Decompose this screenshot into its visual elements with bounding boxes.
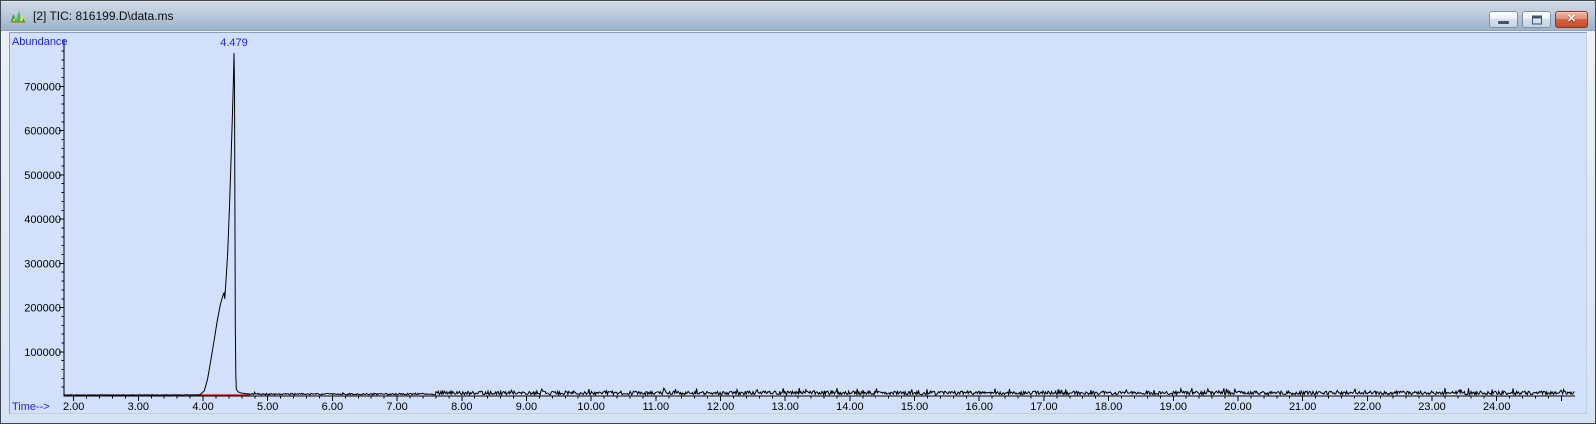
svg-text:16.00: 16.00 <box>966 401 993 413</box>
close-button[interactable]: ✕ <box>1555 11 1588 28</box>
svg-text:2.00: 2.00 <box>63 401 84 413</box>
svg-text:22.00: 22.00 <box>1354 401 1381 413</box>
svg-text:7.00: 7.00 <box>386 401 407 413</box>
svg-text:13.00: 13.00 <box>771 401 798 413</box>
svg-text:300000: 300000 <box>24 258 61 270</box>
svg-text:17.00: 17.00 <box>1030 401 1057 413</box>
svg-text:14.00: 14.00 <box>836 401 863 413</box>
svg-text:600000: 600000 <box>24 126 61 138</box>
chromatogram-plot-area[interactable]: 2.00 3.00 4.00 5.00 6.00 7.00 8.00 9.00 10.00 11.… <box>9 32 1587 414</box>
svg-text:8.00: 8.00 <box>451 401 472 413</box>
window-controls: ✕ <box>1489 11 1588 28</box>
svg-text:9.00: 9.00 <box>516 401 537 413</box>
svg-text:15.00: 15.00 <box>901 401 928 413</box>
svg-text:100000: 100000 <box>24 347 61 359</box>
chemstation-tic-window: [2] TIC: 816199.D\data.ms ✕ 2.00 3.00 4.00… <box>0 0 1596 424</box>
maximize-button[interactable] <box>1522 11 1551 28</box>
svg-text:19.00: 19.00 <box>1160 401 1187 413</box>
svg-text:200000: 200000 <box>24 303 61 315</box>
svg-text:Abundance: Abundance <box>12 36 68 48</box>
close-icon: ✕ <box>1556 12 1587 27</box>
svg-text:20.00: 20.00 <box>1224 401 1251 413</box>
svg-text:400000: 400000 <box>24 214 61 226</box>
svg-text:21.00: 21.00 <box>1289 401 1316 413</box>
svg-text:10.00: 10.00 <box>577 401 604 413</box>
svg-text:18.00: 18.00 <box>1095 401 1122 413</box>
chromatogram-icon <box>10 8 26 24</box>
svg-text:11.00: 11.00 <box>642 401 669 413</box>
minimize-button[interactable] <box>1489 11 1518 28</box>
minimize-icon <box>1498 21 1509 24</box>
svg-text:5.00: 5.00 <box>257 401 278 413</box>
title-bar[interactable]: [2] TIC: 816199.D\data.ms ✕ <box>1 1 1595 31</box>
svg-text:24.00: 24.00 <box>1483 401 1510 413</box>
svg-text:23.00: 23.00 <box>1418 401 1445 413</box>
svg-text:Time-->: Time--> <box>12 401 50 413</box>
svg-text:500000: 500000 <box>24 170 61 182</box>
svg-text:4.00: 4.00 <box>192 401 213 413</box>
tic-chromatogram-chart: 2.00 3.00 4.00 5.00 6.00 7.00 8.00 9.00 10.00 11.… <box>10 33 1586 413</box>
svg-text:4.479: 4.479 <box>220 37 247 49</box>
svg-text:3.00: 3.00 <box>128 401 149 413</box>
maximize-icon <box>1532 15 1542 24</box>
svg-text:12.00: 12.00 <box>707 401 734 413</box>
svg-text:6.00: 6.00 <box>322 401 343 413</box>
window-title: [2] TIC: 816199.D\data.ms <box>33 9 174 23</box>
svg-text:700000: 700000 <box>24 81 61 93</box>
